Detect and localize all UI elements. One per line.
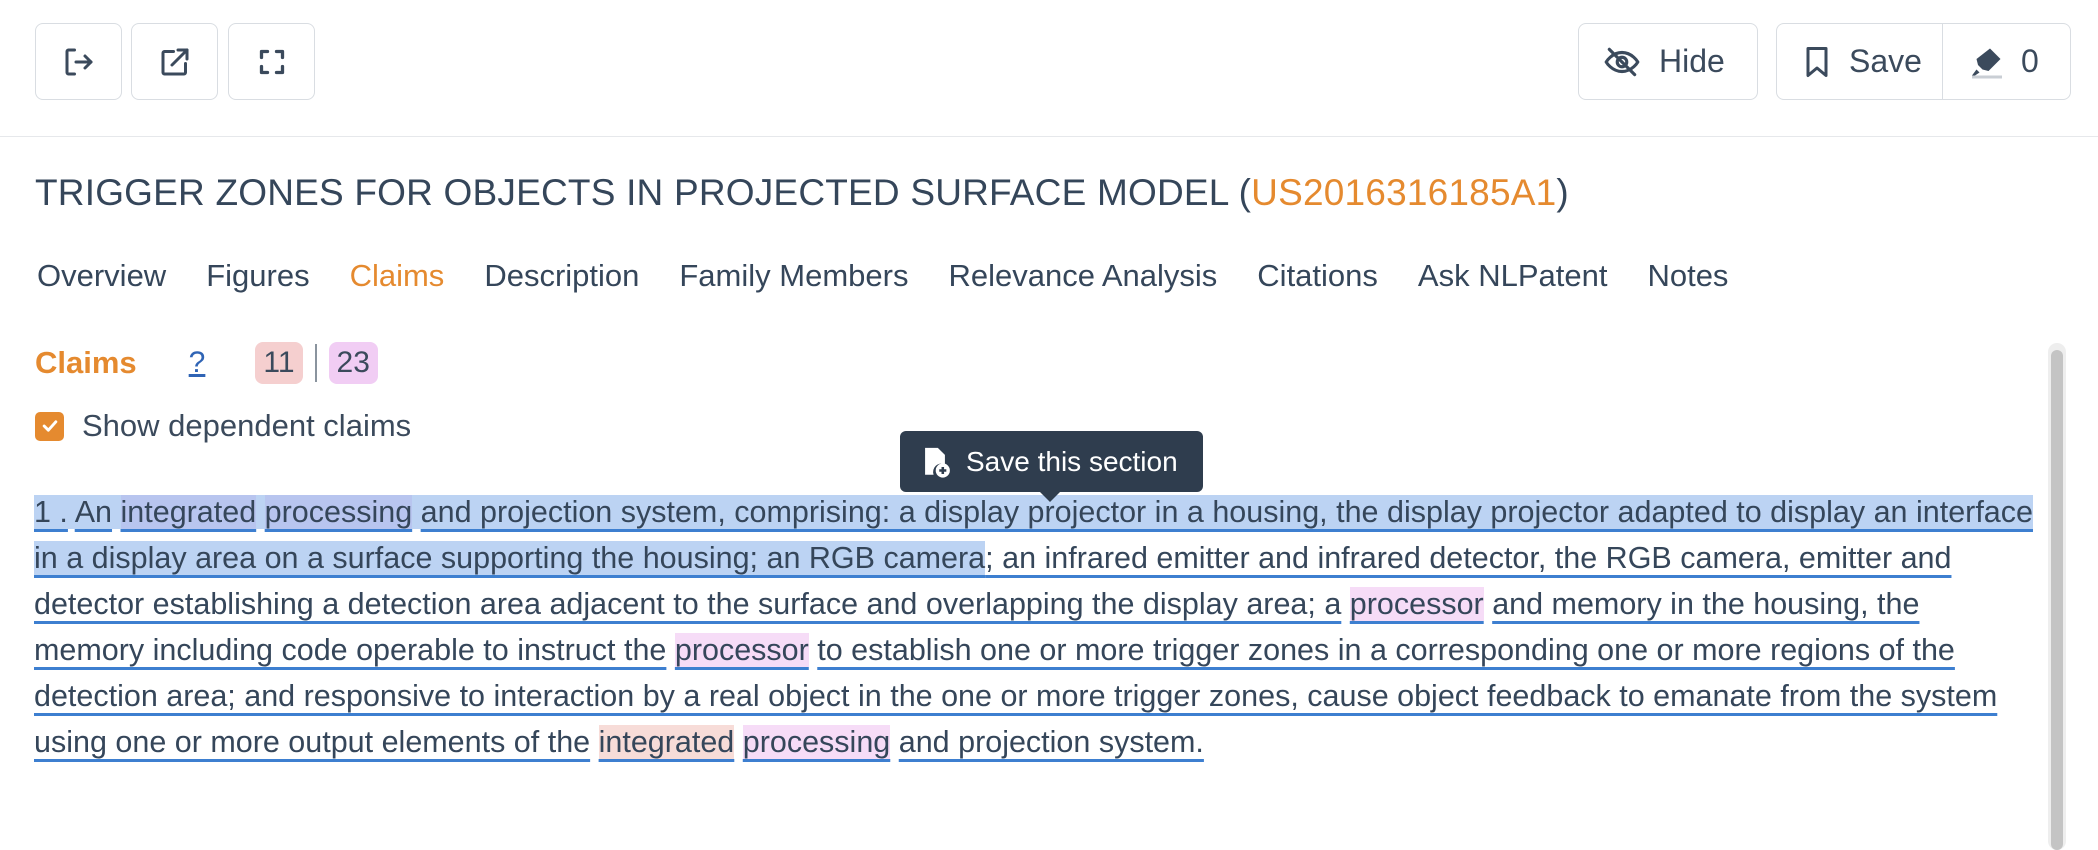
badge-divider xyxy=(314,344,317,382)
checkmark-icon xyxy=(42,420,57,432)
claim-number: 1 . xyxy=(34,495,68,529)
tab-family-members[interactable]: Family Members xyxy=(679,258,908,294)
independent-claims-badge[interactable]: 11 xyxy=(255,342,303,384)
claim-segment-5: and projection system. xyxy=(898,725,1204,759)
claim-1-text: 1 . An integrated processing and project… xyxy=(34,489,2034,765)
term-processing[interactable]: processing xyxy=(264,495,413,529)
show-dependent-claims-toggle[interactable]: Show dependent claims xyxy=(35,408,411,444)
highlighter-icon xyxy=(1972,48,2002,78)
patent-title: TRIGGER ZONES FOR OBJECTS IN PROJECTED S… xyxy=(35,172,1569,214)
show-dependent-label: Show dependent claims xyxy=(82,408,412,443)
fullscreen-button[interactable] xyxy=(228,23,315,100)
tab-figures[interactable]: Figures xyxy=(206,258,309,294)
hide-button[interactable]: Hide xyxy=(1578,23,1758,100)
tab-claims[interactable]: Claims xyxy=(350,258,445,294)
tab-ask-nlpatent[interactable]: Ask NLPatent xyxy=(1418,258,1608,294)
show-dependent-checkbox[interactable] xyxy=(35,411,64,441)
bookmark-icon xyxy=(1806,46,1828,77)
patent-id-link[interactable]: US2016316185A1 xyxy=(1251,172,1556,213)
total-claims-badge[interactable]: 23 xyxy=(328,342,378,384)
external-link-icon xyxy=(161,48,188,75)
term-processor[interactable]: processor xyxy=(1349,587,1484,621)
fullscreen-icon xyxy=(259,49,284,74)
patent-title-close: ) xyxy=(1556,172,1569,213)
scrollbar-thumb[interactable] xyxy=(2051,350,2063,850)
eye-slash-icon xyxy=(1604,47,1640,76)
tab-description[interactable]: Description xyxy=(484,258,639,294)
open-external-button[interactable] xyxy=(131,23,218,100)
claims-header: Claims ? 11 23 xyxy=(35,340,378,386)
tab-overview[interactable]: Overview xyxy=(37,258,166,294)
sign-out-icon xyxy=(65,48,92,75)
term-integrated[interactable]: integrated xyxy=(120,495,257,529)
save-section-tooltip[interactable]: Save this section xyxy=(900,431,1203,502)
tab-citations[interactable]: Citations xyxy=(1257,258,1378,294)
tab-notes[interactable]: Notes xyxy=(1647,258,1728,294)
tab-bar: Overview Figures Claims Description Fami… xyxy=(37,258,1768,294)
save-annotate-group: Save 0 xyxy=(1776,23,2071,100)
help-link[interactable]: ? xyxy=(189,346,206,380)
exit-button[interactable] xyxy=(35,23,122,100)
claims-section-label: Claims xyxy=(35,345,137,380)
file-add-icon xyxy=(925,447,950,478)
save-button[interactable]: Save xyxy=(1777,24,1943,99)
annotations-count: 0 xyxy=(2021,43,2039,79)
tab-relevance-analysis[interactable]: Relevance Analysis xyxy=(948,258,1217,294)
claim-term: An xyxy=(74,495,113,529)
hide-label: Hide xyxy=(1659,43,1725,79)
term-processor[interactable]: processor xyxy=(674,633,809,667)
save-label: Save xyxy=(1849,43,1922,79)
term-processing[interactable]: processing xyxy=(742,725,891,759)
toolbar: Hide Save 0 xyxy=(0,0,2098,137)
save-section-label: Save this section xyxy=(966,445,1178,477)
annotations-button[interactable]: 0 xyxy=(1943,24,2070,99)
patent-title-text: TRIGGER ZONES FOR OBJECTS IN PROJECTED S… xyxy=(35,172,1252,213)
term-integrated[interactable]: integrated xyxy=(598,725,735,759)
